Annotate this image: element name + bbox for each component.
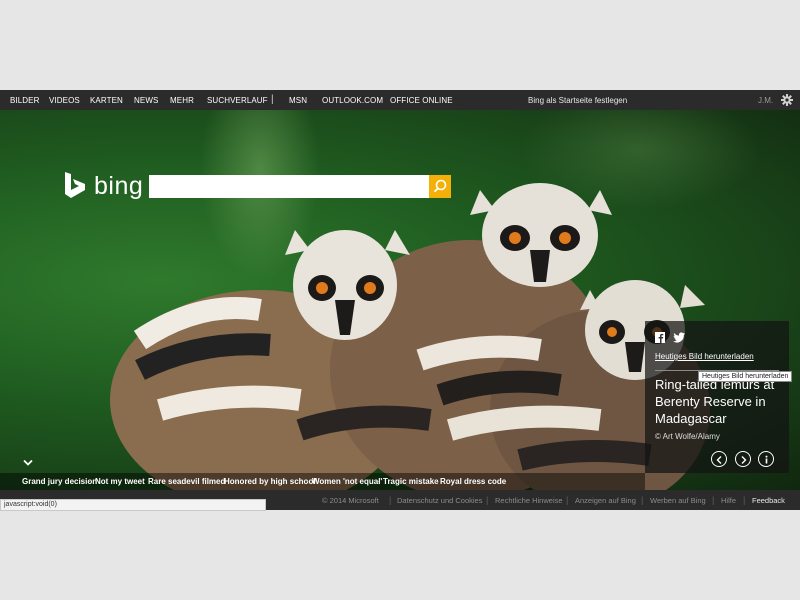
nav-office-online[interactable]: OFFICE ONLINE xyxy=(390,96,453,105)
footer-ads-link[interactable]: Anzeigen auf Bing xyxy=(575,496,636,505)
next-icon xyxy=(741,456,747,464)
image-info-button[interactable] xyxy=(758,451,774,467)
top-nav-bar: BILDER VIDEOS KARTEN NEWS MEHR SUCHVERLA… xyxy=(0,90,800,110)
image-copyright: © Art Wolfe/Alamy xyxy=(655,432,720,441)
nav-separator: | xyxy=(271,94,274,105)
footer-separator: | xyxy=(389,495,392,505)
footer-help-link[interactable]: Hilfe xyxy=(721,496,736,505)
facebook-icon[interactable] xyxy=(655,332,665,343)
gear-icon[interactable] xyxy=(781,94,793,106)
footer-feedback-link[interactable]: Feedback xyxy=(752,496,785,505)
previous-image-button[interactable] xyxy=(711,451,727,467)
download-image-link[interactable]: Heutiges Bild herunterladen xyxy=(655,352,754,361)
footer-advertise-link[interactable]: Werben auf Bing xyxy=(650,496,706,505)
news-separator: · xyxy=(434,477,437,486)
news-separator: · xyxy=(377,477,380,486)
search-icon xyxy=(433,179,447,193)
image-title[interactable]: Ring-tailed lemurs at Berenty Reserve in… xyxy=(655,376,785,427)
footer-copyright: © 2014 Microsoft xyxy=(322,496,379,505)
twitter-icon[interactable] xyxy=(673,332,685,343)
news-separator: · xyxy=(142,477,145,486)
nav-karten[interactable]: KARTEN xyxy=(90,96,123,105)
nav-suchverlauf[interactable]: SUCHVERLAUF xyxy=(207,96,268,105)
search-button[interactable] xyxy=(429,175,451,198)
next-image-button[interactable] xyxy=(735,451,751,467)
news-item[interactable]: Honored by high school xyxy=(224,477,316,486)
nav-bilder[interactable]: BILDER xyxy=(10,96,40,105)
nav-mehr[interactable]: MEHR xyxy=(170,96,194,105)
search-input[interactable] xyxy=(149,175,429,198)
news-separator: · xyxy=(218,477,221,486)
footer-privacy-link[interactable]: Datenschutz und Cookies xyxy=(397,496,482,505)
download-tooltip: Heutiges Bild herunterladen xyxy=(698,371,793,382)
footer-separator: | xyxy=(566,495,569,505)
news-item[interactable]: Rare seadevil filmed xyxy=(148,477,225,486)
footer-separator: | xyxy=(743,495,746,505)
bing-logo[interactable]: bing xyxy=(64,171,144,201)
nav-news[interactable]: NEWS xyxy=(134,96,158,105)
bing-b-icon xyxy=(65,172,85,198)
browser-status-bar: javascript:void(0) xyxy=(0,499,266,511)
footer-separator: | xyxy=(486,495,489,505)
footer-separator: | xyxy=(641,495,644,505)
nav-videos[interactable]: VIDEOS xyxy=(49,96,80,105)
news-separator: · xyxy=(306,477,309,486)
news-item[interactable]: Grand jury decision xyxy=(22,477,97,486)
news-item[interactable]: Women 'not equal' xyxy=(312,477,382,486)
user-name[interactable]: J.M. xyxy=(758,96,773,105)
news-ticker: Grand jury decision · Not my tweet · Rar… xyxy=(0,473,645,490)
chevron-down-icon[interactable] xyxy=(23,459,33,467)
info-icon xyxy=(765,455,768,464)
news-separator: · xyxy=(88,477,91,486)
nav-outlook[interactable]: OUTLOOK.COM xyxy=(322,96,383,105)
footer-separator: | xyxy=(712,495,715,505)
news-item[interactable]: Not my tweet xyxy=(95,477,145,486)
news-item[interactable]: Tragic mistake xyxy=(383,477,439,486)
image-info-panel: Heutiges Bild herunterladen Ring-tailed … xyxy=(645,321,789,473)
set-homepage-link[interactable]: Bing als Startseite festlegen xyxy=(528,96,627,105)
previous-icon xyxy=(716,456,722,464)
bing-wordmark: bing xyxy=(94,172,144,200)
footer-legal-link[interactable]: Rechtliche Hinweise xyxy=(495,496,563,505)
nav-msn[interactable]: MSN xyxy=(289,96,307,105)
news-item[interactable]: Royal dress code xyxy=(440,477,506,486)
